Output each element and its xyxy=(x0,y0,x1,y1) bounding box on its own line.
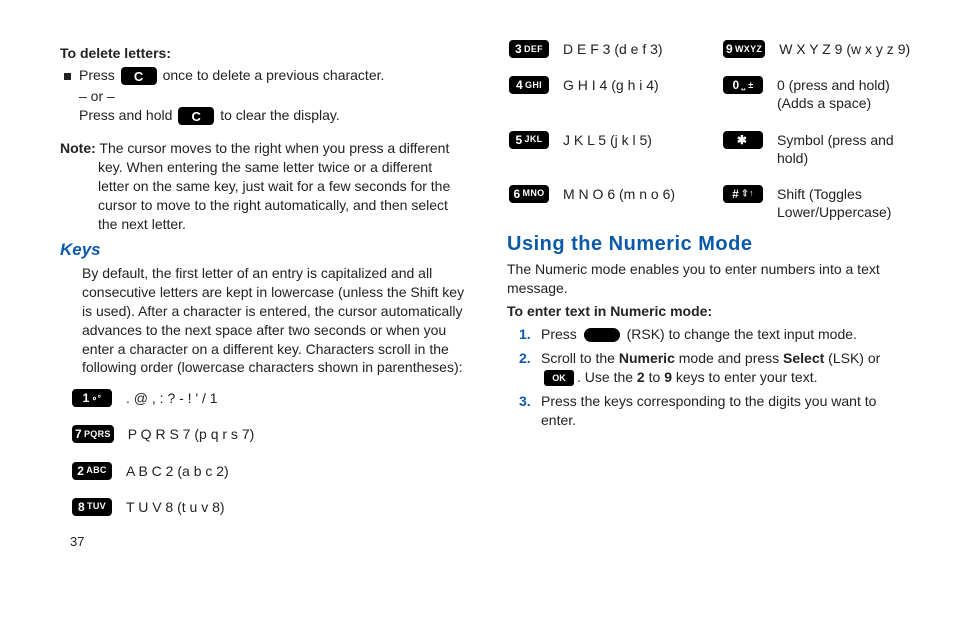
key-label: Shift (Toggles Lower/Uppercase) xyxy=(777,185,911,221)
note-body: The cursor moves to the right when you p… xyxy=(96,140,450,232)
ok-key-icon: OK xyxy=(544,370,574,386)
note-label: Note: xyxy=(60,140,96,156)
key-label: M N O 6 (m n o 6) xyxy=(563,185,675,203)
text: Press the keys corresponding to the digi… xyxy=(541,392,914,431)
keycap-icon: 8TUV xyxy=(72,498,112,516)
key-label: P Q R S 7 (p q r s 7) xyxy=(128,425,255,443)
text: Select xyxy=(783,350,824,366)
keycap-icon: 7PQRS xyxy=(72,425,114,443)
text: (RSK) to change the text input mode. xyxy=(627,326,857,342)
text: (LSK) or xyxy=(824,350,880,366)
numeric-intro: The Numeric mode enables you to enter nu… xyxy=(507,260,914,298)
key-label: D E F 3 (d e f 3) xyxy=(563,40,663,58)
text: Numeric xyxy=(619,350,675,366)
c-key-icon: C xyxy=(121,67,157,85)
text: Scroll to the xyxy=(541,350,619,366)
keypad-grid-right: 3DEF D E F 3 (d e f 3) 9WXYZ W X Y Z 9 (… xyxy=(507,40,914,221)
bullet-delete-once: Press C once to delete a previous charac… xyxy=(60,67,467,126)
keycap-icon: 9WXYZ xyxy=(723,40,765,58)
step-2: Scroll to the Numeric mode and press Sel… xyxy=(519,349,914,388)
text: mode and press xyxy=(675,350,783,366)
key-6: 6MNO M N O 6 (m n o 6) xyxy=(507,185,697,221)
page: To delete letters: Press C once to delet… xyxy=(0,0,954,636)
key-label: Symbol (press and hold) xyxy=(777,131,911,167)
key-label: . @ , : ? - ! ' / 1 xyxy=(126,389,218,407)
key-label: A B C 2 (a b c 2) xyxy=(126,462,229,480)
key-label: J K L 5 (j k l 5) xyxy=(563,131,652,149)
key-label: 0 (press and hold) (Adds a space) xyxy=(777,76,911,112)
key-8: 8TUV T U V 8 (t u v 8) xyxy=(70,498,270,516)
key-label: G H I 4 (g h i 4) xyxy=(563,76,659,94)
key-1: 1∘° . @ , : ? - ! ' / 1 xyxy=(70,389,270,407)
softkey-icon xyxy=(584,328,620,342)
text: Press and hold xyxy=(79,107,176,123)
key-label: W X Y Z 9 (w x y z 9) xyxy=(779,40,910,58)
key-5: 5JKL J K L 5 (j k l 5) xyxy=(507,131,697,167)
left-column: To delete letters: Press C once to delet… xyxy=(60,40,467,626)
key-label: T U V 8 (t u v 8) xyxy=(126,498,225,516)
keys-body: By default, the first letter of an entry… xyxy=(60,264,467,377)
text: to xyxy=(645,369,664,385)
text: 9 xyxy=(664,369,672,385)
numeric-steps: Press (RSK) to change the text input mod… xyxy=(507,325,914,431)
text: 2 xyxy=(637,369,645,385)
key-4: 4GHI G H I 4 (g h i 4) xyxy=(507,76,697,112)
text: Press xyxy=(541,326,581,342)
keycap-icon: 5JKL xyxy=(509,131,549,149)
keycap-icon: 0⎵ ± xyxy=(723,76,763,94)
numeric-sub: To enter text in Numeric mode: xyxy=(507,302,914,321)
key-7: 7PQRS P Q R S 7 (p q r s 7) xyxy=(70,425,270,443)
keycap-icon: 1∘° xyxy=(72,389,112,407)
numeric-heading: Using the Numeric Mode xyxy=(507,233,914,256)
text: keys to enter your text. xyxy=(672,369,818,385)
key-3: 3DEF D E F 3 (d e f 3) xyxy=(507,40,697,58)
key-9: 9WXYZ W X Y Z 9 (w x y z 9) xyxy=(721,40,911,58)
step-1: Press (RSK) to change the text input mod… xyxy=(519,325,914,345)
keys-heading: Keys xyxy=(60,240,467,260)
bullet-icon xyxy=(64,73,71,80)
text: Press xyxy=(79,67,119,83)
text: to clear the display. xyxy=(220,107,340,123)
keycap-icon: ✱ xyxy=(723,131,763,149)
keypad-grid-left: 1∘° . @ , : ? - ! ' / 1 7PQRS P Q R S 7 … xyxy=(60,389,467,516)
delete-heading: To delete letters: xyxy=(60,44,467,63)
page-number: 37 xyxy=(60,534,467,549)
keycap-icon: 6MNO xyxy=(509,185,549,203)
key-2: 2ABC A B C 2 (a b c 2) xyxy=(70,462,270,480)
step-3: Press the keys corresponding to the digi… xyxy=(519,392,914,431)
key-0: 0⎵ ± 0 (press and hold) (Adds a space) xyxy=(721,76,911,112)
keycap-icon: #⇧↑ xyxy=(723,185,763,203)
c-key-icon: C xyxy=(178,107,214,125)
key-star: ✱ Symbol (press and hold) xyxy=(721,131,911,167)
keycap-icon: 4GHI xyxy=(509,76,549,94)
text: once to delete a previous character. xyxy=(163,67,385,83)
text: – or – xyxy=(79,88,384,104)
keycap-icon: 2ABC xyxy=(72,462,112,480)
note: Note: The cursor moves to the right when… xyxy=(60,139,467,233)
right-column: 3DEF D E F 3 (d e f 3) 9WXYZ W X Y Z 9 (… xyxy=(507,40,914,626)
text: . Use the xyxy=(577,369,637,385)
keycap-icon: 3DEF xyxy=(509,40,549,58)
key-hash: #⇧↑ Shift (Toggles Lower/Uppercase) xyxy=(721,185,911,221)
